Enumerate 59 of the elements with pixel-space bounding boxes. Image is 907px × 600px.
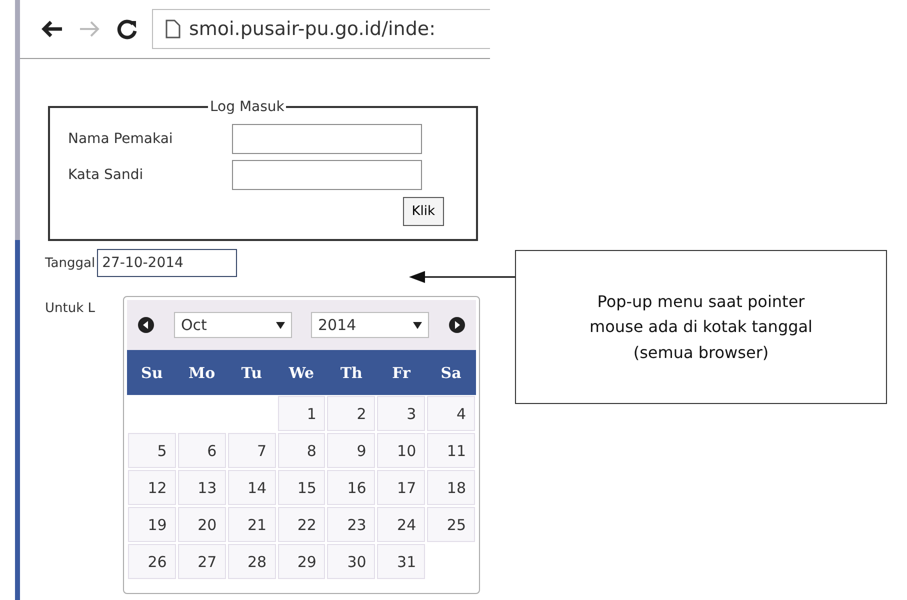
day-cell[interactable]: 5 bbox=[128, 433, 176, 468]
day-cell[interactable]: 13 bbox=[178, 470, 226, 505]
day-cell[interactable]: 4 bbox=[427, 396, 475, 431]
day-cell[interactable]: 22 bbox=[278, 507, 326, 542]
submit-button[interactable]: Klik bbox=[402, 197, 444, 226]
day-cell[interactable]: 26 bbox=[128, 544, 176, 579]
form-label: Untuk L bbox=[45, 301, 95, 316]
weekday-header: Su bbox=[127, 350, 177, 395]
day-cell[interactable]: 29 bbox=[278, 544, 326, 579]
day-cell[interactable]: 11 bbox=[427, 433, 475, 468]
next-icon[interactable] bbox=[448, 316, 466, 334]
day-cell[interactable]: 3 bbox=[377, 396, 426, 431]
dropdown-icon bbox=[276, 322, 285, 328]
weekday-header: Sa bbox=[426, 350, 476, 395]
date-field[interactable]: 27-10-2014 bbox=[97, 249, 238, 277]
day-cell[interactable]: 8 bbox=[278, 433, 326, 468]
weekday-header: Mo bbox=[176, 350, 227, 395]
day-cell[interactable]: 14 bbox=[228, 470, 276, 505]
day-cell[interactable]: 27 bbox=[178, 544, 226, 579]
day-cell[interactable]: 19 bbox=[128, 507, 176, 542]
page-icon bbox=[165, 19, 181, 39]
day-cell[interactable]: 2 bbox=[327, 396, 376, 431]
day-cell[interactable]: 15 bbox=[278, 470, 326, 505]
year-select[interactable]: 2014 bbox=[311, 312, 429, 338]
login-legend: Log Masuk bbox=[208, 99, 286, 115]
url-text: smoi.pusair-pu.go.id/inde: bbox=[189, 18, 436, 40]
day-cell[interactable]: 17 bbox=[377, 470, 426, 505]
day-cell[interactable]: 12 bbox=[128, 470, 176, 505]
back-icon[interactable] bbox=[40, 19, 64, 39]
callout-box: Pop-up menu saat pointer mouse ada di kotak tanggal (semua browser) bbox=[515, 250, 887, 404]
day-cell[interactable]: 16 bbox=[327, 470, 376, 505]
weekday-header: Th bbox=[326, 350, 376, 395]
day-cell[interactable]: 10 bbox=[377, 433, 426, 468]
day-cell[interactable]: 9 bbox=[327, 433, 376, 468]
day-cell[interactable]: 21 bbox=[228, 507, 276, 542]
day-cell[interactable]: 25 bbox=[427, 507, 475, 542]
day-cell[interactable]: 18 bbox=[427, 470, 475, 505]
weekday-header: Tu bbox=[226, 350, 277, 395]
weekday-header: Fr bbox=[376, 350, 426, 395]
address-bar[interactable]: smoi.pusair-pu.go.id/inde: bbox=[152, 9, 490, 49]
weekday-header: We bbox=[276, 350, 326, 395]
date-label: Tanggal bbox=[45, 256, 96, 270]
day-cell[interactable]: 24 bbox=[377, 507, 426, 542]
day-cell[interactable]: 1 bbox=[278, 396, 326, 431]
input-field[interactable] bbox=[232, 160, 422, 190]
input-field[interactable] bbox=[232, 124, 422, 154]
field-label: Kata Sandi bbox=[68, 167, 144, 183]
day-cell[interactable]: 28 bbox=[228, 544, 276, 579]
reload-icon[interactable] bbox=[116, 18, 138, 40]
day-cell[interactable]: 20 bbox=[178, 507, 226, 542]
dropdown-icon bbox=[413, 322, 422, 328]
day-cell[interactable]: 31 bbox=[377, 544, 426, 579]
field-label: Nama Pemakai bbox=[68, 131, 174, 147]
prev-icon[interactable] bbox=[137, 316, 155, 334]
day-cell[interactable]: 7 bbox=[228, 433, 276, 468]
day-cell[interactable]: 6 bbox=[178, 433, 226, 468]
month-select[interactable]: Oct bbox=[174, 312, 292, 338]
day-cell[interactable]: 23 bbox=[327, 507, 376, 542]
day-cell[interactable]: 30 bbox=[327, 544, 376, 579]
